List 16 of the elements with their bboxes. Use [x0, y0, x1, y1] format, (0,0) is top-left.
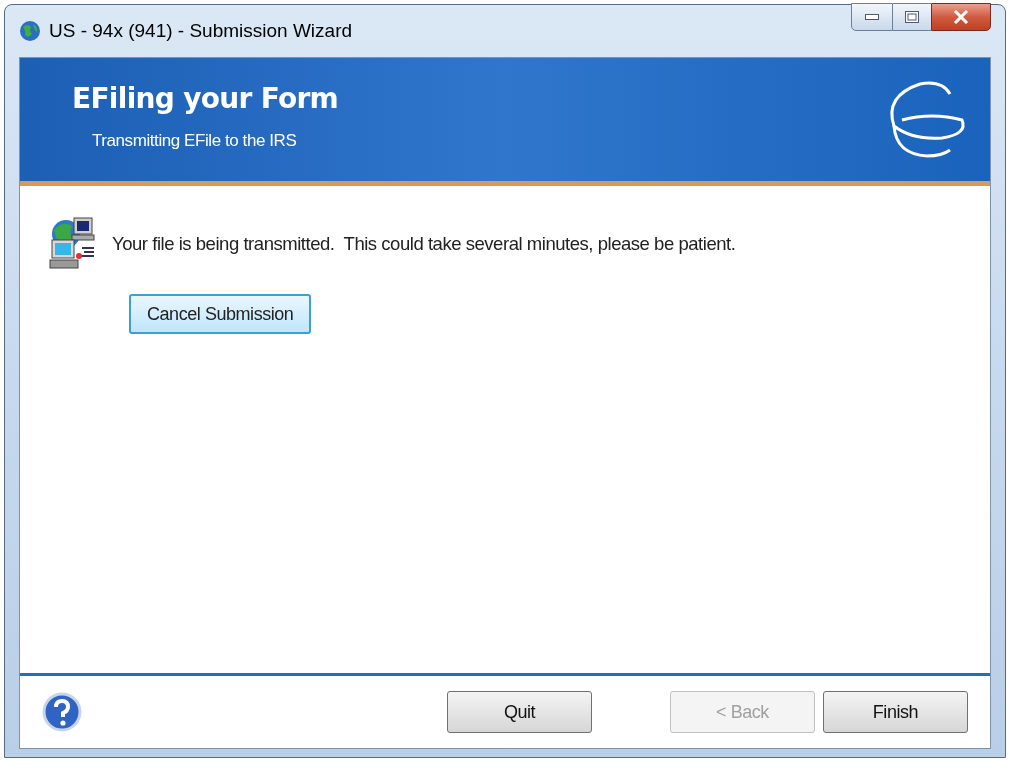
network-computers-icon [48, 216, 96, 272]
wizard-button[interactable]: Quit [447, 691, 592, 733]
help-icon[interactable] [42, 692, 82, 732]
status-message: Your file is being transmitted. This could take several minutes, please be patient. [112, 232, 736, 257]
minimize-button[interactable] [851, 3, 893, 31]
banner-title: EFiling your Form [72, 81, 339, 117]
maximize-icon [905, 11, 919, 23]
cancel-submission-button[interactable]: Cancel Submission [129, 294, 312, 334]
wizard-button[interactable]: Finish [823, 691, 968, 733]
window-title: US - 94x (941) - Submission Wizard [49, 18, 353, 43]
minimize-icon [865, 14, 879, 20]
banner-subtitle: Transmitting EFile to the IRS [91, 130, 298, 152]
close-button[interactable] [931, 3, 991, 31]
maximize-button[interactable] [893, 3, 931, 31]
close-icon [953, 10, 969, 24]
globe-icon [19, 20, 41, 42]
